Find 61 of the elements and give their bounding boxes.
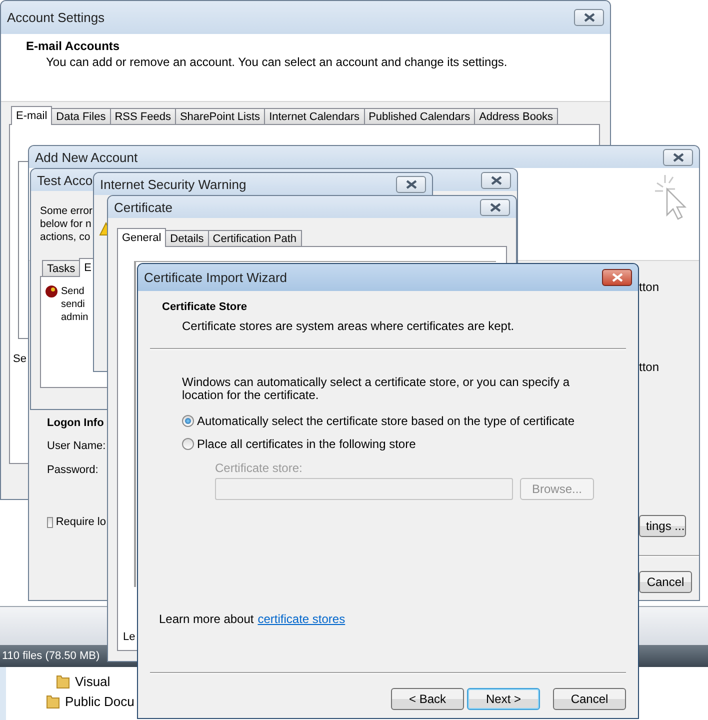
folder-icon — [56, 673, 70, 689]
window-title: Internet Security Warning — [100, 176, 246, 192]
close-icon — [612, 273, 622, 282]
section-heading: Logon Info — [47, 417, 105, 429]
window-title: Certificate — [114, 200, 173, 214]
tab[interactable]: Address Books — [474, 108, 558, 125]
label-text: Le — [123, 631, 136, 643]
tab[interactable]: RSS Feeds — [110, 108, 176, 125]
tab[interactable]: General — [117, 228, 166, 247]
tab[interactable]: SharePoint Lists — [174, 108, 266, 125]
window-title: Account Settings — [7, 10, 105, 25]
learn-more-text: Learn more about — [159, 612, 254, 626]
window-title: Test Acco — [37, 172, 93, 188]
field-label: Password: — [47, 464, 100, 476]
wizard-button[interactable]: Cancel — [553, 688, 626, 710]
tab[interactable]: E-mail — [11, 106, 52, 125]
cursor-icon — [653, 173, 689, 223]
section-subtitle: Certificate stores are system areas where certificates are kept. — [182, 319, 516, 333]
close-button[interactable] — [574, 9, 604, 26]
label-text: tton — [639, 360, 660, 374]
radio-option[interactable]: Automatically select the certificate store based on the type of certificate — [182, 414, 626, 428]
wizard-button[interactable]: < Back — [391, 688, 464, 710]
folder-item[interactable]: Public Docu — [46, 693, 134, 709]
field-label: Certificate store: — [215, 461, 304, 475]
close-icon — [672, 152, 684, 162]
message-text: Some error below for n actions, co — [40, 205, 93, 244]
help-link[interactable]: certificate stores — [258, 612, 346, 626]
tab[interactable]: Internet Calendars — [264, 108, 365, 125]
require-checkbox[interactable]: Require lo — [47, 516, 106, 528]
description-text: You can add or remove an account. You can select an account and change its settings. — [46, 55, 508, 69]
tab[interactable]: Published Calendars — [364, 108, 476, 125]
window-title: Add New Account — [35, 150, 138, 164]
label-text: Se — [13, 353, 28, 365]
section-heading: Certificate Store — [162, 301, 248, 313]
close-button[interactable] — [396, 176, 426, 192]
tab[interactable]: Data Files — [51, 108, 111, 125]
window-title: Certificate Import Wizard — [144, 270, 288, 285]
wizard-button[interactable]: Next > — [467, 688, 540, 710]
task-text: Send sendi admin — [61, 285, 88, 324]
close-icon — [406, 180, 416, 188]
close-icon — [490, 176, 502, 184]
tab[interactable]: Details — [165, 230, 209, 247]
error-icon — [45, 285, 58, 298]
radio-option[interactable]: Place all certificates in the following store — [182, 437, 626, 451]
close-button[interactable] — [663, 148, 693, 166]
close-button[interactable] — [602, 269, 632, 286]
close-icon — [490, 202, 500, 212]
close-button[interactable] — [480, 198, 510, 216]
section-heading: E-mail Accounts — [26, 39, 121, 53]
folder-item[interactable]: Visual — [56, 673, 134, 689]
tab[interactable]: Certification Path — [208, 230, 302, 247]
intro-text: Windows can automatically select a certificate store, or you can specify a location for the certificate. — [182, 376, 571, 402]
folder-icon — [46, 693, 60, 709]
field-label: User Name: — [47, 440, 106, 452]
cancel-button[interactable]: Cancel — [639, 571, 692, 593]
status-text: 110 files (78.50 MB) — [2, 650, 100, 662]
close-icon — [584, 13, 594, 22]
tab[interactable]: Tasks — [42, 260, 80, 277]
label-text: tton — [639, 280, 660, 294]
close-button[interactable] — [481, 172, 511, 188]
settings-button[interactable]: tings ... — [639, 515, 686, 537]
